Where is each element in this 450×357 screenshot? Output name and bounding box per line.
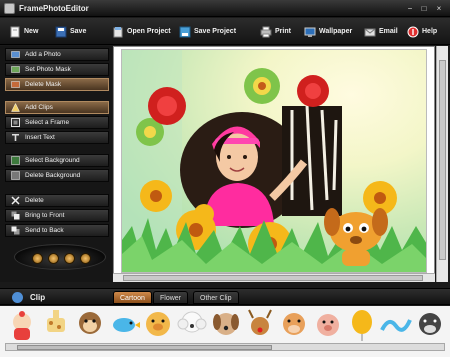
monkey-icon[interactable] [73, 308, 107, 342]
sidebar-item-label: Add Clips [25, 104, 53, 111]
canvas-vertical-scrollbar[interactable] [436, 46, 448, 282]
bring-front-icon [11, 211, 20, 220]
sidebar-item-label: Set Photo Mask [25, 66, 71, 73]
clip-strip-scrollbar[interactable] [5, 343, 445, 351]
sidebar-item-label: Send to Back [25, 227, 64, 234]
dock-button-1[interactable] [32, 253, 43, 264]
sidebar-item-select-background[interactable]: Select Background [5, 154, 109, 167]
dock-button-4[interactable] [80, 253, 91, 264]
sidebar-item-label: Insert Text [25, 134, 55, 141]
help-button[interactable]: Help [407, 24, 437, 39]
sidebar-item-delete[interactable]: Delete [5, 194, 109, 207]
toolbar-label-help: Help [422, 28, 438, 35]
canvas-horizontal-scrollbar[interactable] [113, 273, 435, 282]
sidebar-item-delete-mask[interactable]: Delete Mask [5, 78, 109, 91]
window-title: FramePhotoEditor [19, 4, 89, 13]
save-button[interactable]: Save [55, 24, 86, 39]
reindeer-icon[interactable] [243, 308, 277, 342]
poodle-icon[interactable] [175, 308, 209, 342]
save-project-button[interactable]: Save Project [179, 24, 236, 39]
wave-icon[interactable] [379, 308, 413, 342]
quick-dock [14, 244, 106, 270]
new-button[interactable]: New [9, 24, 38, 39]
sidebar-item-label: Select a Frame [25, 119, 70, 126]
sidebar-item-add-photo[interactable]: Add a Photo [5, 48, 109, 61]
dock-button-2[interactable] [48, 253, 59, 264]
save-project-icon [179, 26, 191, 37]
sidebar: Add a Photo Set Photo Mask Delete Mask A… [0, 46, 112, 282]
sidebar-item-bring-to-front[interactable]: Bring to Front [5, 209, 109, 222]
sidebar-item-label: Delete [25, 197, 44, 204]
print-button[interactable]: Print [260, 24, 291, 39]
background-icon [11, 156, 20, 165]
clip-thumbnail-strip [0, 306, 450, 357]
pig-icon[interactable] [141, 308, 175, 342]
wallpaper-icon [304, 27, 316, 37]
app-icon [4, 3, 15, 14]
sidebar-item-send-to-back[interactable]: Send to Back [5, 224, 109, 237]
sidebar-item-label: Delete Mask [25, 81, 62, 88]
toolbar-label-open-project: Open Project [127, 28, 171, 35]
bird-icon[interactable] [107, 308, 141, 342]
frame-icon [11, 118, 20, 127]
toolbar: New Save Open Project Save Project Print… [0, 18, 450, 45]
sidebar-item-label: Select Background [25, 157, 80, 164]
add-clips-icon [11, 103, 20, 112]
tab-other-clip[interactable]: Other Clip [193, 291, 239, 304]
giraffe-icon[interactable] [39, 308, 73, 342]
wallpaper-button[interactable]: Wallpaper [304, 24, 352, 39]
play-icon [12, 292, 23, 303]
title-bar: FramePhotoEditor − □ × [0, 0, 450, 17]
clip-panel-header: Clip Cartoon Flower Other Clip [0, 288, 450, 305]
sidebar-item-set-photo-mask[interactable]: Set Photo Mask [5, 63, 109, 76]
sidebar-item-select-frame[interactable]: Select a Frame [5, 116, 109, 129]
close-button[interactable]: × [433, 3, 445, 14]
save-icon [55, 26, 67, 37]
dock-button-3[interactable] [64, 253, 75, 264]
toolbar-label-save: Save [70, 28, 87, 35]
sidebar-item-label: Add a Photo [25, 51, 61, 58]
email-icon [364, 28, 376, 36]
sidebar-item-add-clips[interactable]: Add Clips [5, 101, 109, 114]
email-button[interactable]: Email [364, 24, 398, 39]
toolbar-label-wallpaper: Wallpaper [319, 28, 353, 35]
clip-label: Clip [30, 293, 46, 302]
sidebar-item-insert-text[interactable]: Insert Text [5, 131, 109, 144]
clip-strip-scroll-thumb[interactable] [17, 345, 272, 350]
framed-photo-illustration [122, 50, 426, 272]
delete-background-icon [11, 171, 20, 180]
puppy-icon[interactable] [209, 308, 243, 342]
baby-icon[interactable] [5, 308, 39, 342]
cow-icon[interactable] [277, 308, 311, 342]
tab-cartoon[interactable]: Cartoon [113, 291, 152, 304]
balloon-icon[interactable] [345, 308, 379, 342]
photo-canvas[interactable] [121, 49, 427, 273]
piglet-icon[interactable] [311, 308, 345, 342]
new-document-icon [10, 26, 20, 37]
canvas-vertical-scroll-thumb[interactable] [439, 60, 446, 260]
sidebar-item-delete-background[interactable]: Delete Background [5, 169, 109, 182]
help-icon [407, 26, 419, 37]
cow-icon[interactable] [413, 308, 447, 342]
minimize-button[interactable]: − [404, 3, 416, 14]
maximize-button[interactable]: □ [418, 3, 430, 14]
tab-flower[interactable]: Flower [153, 291, 189, 304]
toolbar-label-email: Email [379, 28, 398, 35]
add-photo-icon [11, 51, 20, 58]
text-icon [12, 134, 19, 141]
canvas-horizontal-scroll-thumb[interactable] [123, 275, 423, 281]
toolbar-label-save-project: Save Project [194, 28, 237, 35]
delete-mask-icon [11, 81, 20, 88]
toolbar-label-new: New [24, 28, 39, 35]
sidebar-item-label: Bring to Front [25, 212, 65, 219]
toolbar-label-print: Print [275, 28, 291, 35]
open-project-button[interactable]: Open Project [112, 24, 171, 39]
photo-mask-icon [11, 66, 20, 73]
sidebar-item-label: Delete Background [25, 172, 81, 179]
open-project-icon [113, 26, 123, 37]
printer-icon [260, 26, 272, 37]
delete-icon [11, 196, 20, 205]
send-back-icon [11, 226, 20, 235]
